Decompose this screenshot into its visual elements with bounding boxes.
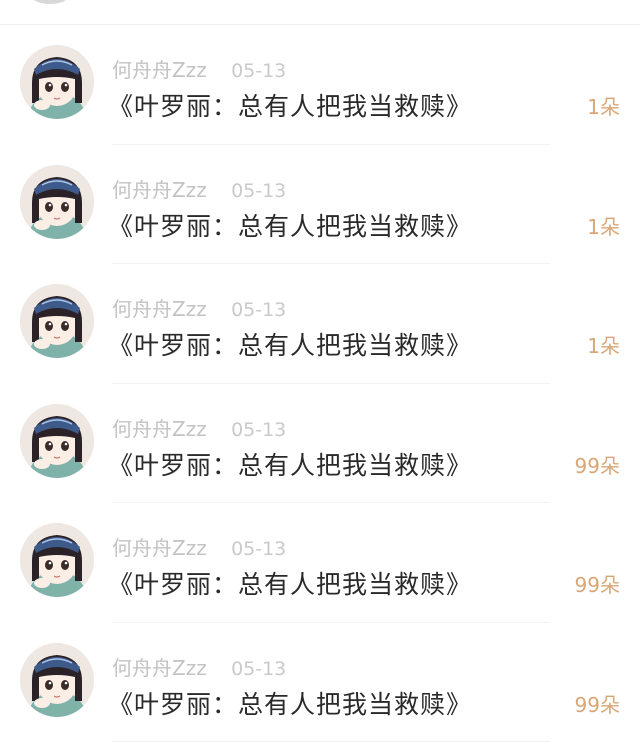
avatar[interactable] (20, 403, 94, 478)
avatar[interactable] (20, 45, 94, 119)
comment-text: 《叶罗丽：总有人把我当救赎》 (108, 570, 473, 599)
list-item[interactable]: 何舟舟Zzz 05-13 《叶罗丽：总有人把我当救赎》 99朵 (0, 384, 640, 503)
username[interactable]: 何舟舟Zzz (112, 297, 207, 321)
comment-date: 05-13 (231, 179, 287, 202)
comment-text: 《叶罗丽：总有人把我当救赎》 (108, 331, 473, 360)
flower-count: 1朵 (587, 214, 620, 239)
comment-text: 《叶罗丽：总有人把我当救赎》 (108, 92, 473, 121)
comment-meta: 何舟舟Zzz 05-13 (112, 174, 286, 203)
avatar-image (20, 642, 94, 717)
flower-count: 99朵 (574, 573, 620, 597)
username[interactable]: 何舟舟Zzz (112, 656, 207, 680)
list-item[interactable]: 何舟舟Zzz 05-13 《叶罗丽：总有人把我当救赎》 99朵 (0, 623, 640, 742)
comment-meta: 何舟舟Zzz 05-13 (112, 413, 286, 442)
avatar[interactable] (20, 284, 94, 358)
comment-meta: 何舟舟Zzz 05-13 (112, 54, 286, 83)
flower-count: 99朵 (574, 453, 620, 478)
list-item[interactable]: 何舟舟Zzz 05-13 《叶罗丽：总有人把我当救赎》 1朵 (0, 264, 640, 384)
comment-text: 《叶罗丽：总有人把我当救赎》 (108, 211, 473, 241)
avatar-image (20, 403, 94, 478)
comment-meta: 何舟舟Zzz 05-13 (112, 652, 286, 681)
username[interactable]: 何舟舟Zzz (112, 58, 207, 82)
avatar[interactable] (20, 523, 94, 597)
comment-date: 05-13 (231, 538, 287, 560)
list-item[interactable]: 何舟舟Zzz 05-13 《叶罗丽：总有人把我当救赎》 1朵 (0, 25, 640, 145)
comment-list: 何舟舟Zzz 05-13 《叶罗丽：总有人把我当救赎》 1朵 何舟舟Zzz 05… (0, 25, 640, 742)
comment-meta: 何舟舟Zzz 05-13 (112, 293, 286, 322)
username[interactable]: 何舟舟Zzz (112, 536, 207, 560)
comment-date: 05-13 (231, 657, 287, 680)
comment-date: 05-13 (231, 60, 287, 82)
list-item[interactable]: 何舟舟Zzz 05-13 《叶罗丽：总有人把我当救赎》 99朵 (0, 503, 640, 623)
avatar-image (20, 523, 94, 597)
comment-text: 《叶罗丽：总有人把我当救赎》 (108, 689, 473, 719)
comment-meta: 何舟舟Zzz 05-13 (112, 532, 286, 561)
username[interactable]: 何舟舟Zzz (112, 178, 207, 202)
avatar[interactable] (20, 642, 94, 717)
avatar-image (20, 164, 94, 239)
avatar-image (20, 45, 94, 119)
comment-date: 05-13 (231, 299, 287, 321)
list-item[interactable]: 何舟舟Zzz 05-13 《叶罗丽：总有人把我当救赎》 1朵 (0, 145, 640, 264)
comment-date: 05-13 (231, 418, 287, 441)
avatar-image (20, 284, 94, 358)
previous-item-avatar-edge (30, 0, 70, 4)
divider (112, 741, 550, 742)
avatar[interactable] (20, 164, 94, 239)
username[interactable]: 何舟舟Zzz (112, 417, 207, 441)
comment-text: 《叶罗丽：总有人把我当救赎》 (108, 450, 473, 480)
flower-count: 1朵 (587, 95, 620, 119)
flower-count: 1朵 (587, 334, 620, 358)
flower-count: 99朵 (574, 692, 620, 717)
